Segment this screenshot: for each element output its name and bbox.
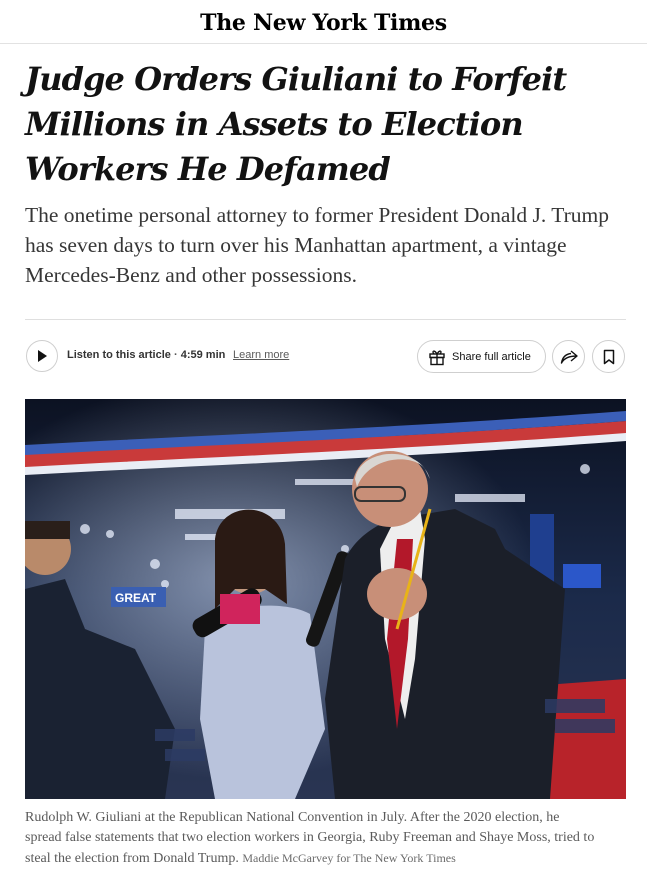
photo-credit: Maddie McGarvey for The New York Times <box>242 851 456 865</box>
learn-more-link[interactable]: Learn more <box>233 349 289 361</box>
play-audio-button[interactable] <box>26 340 58 372</box>
gift-icon <box>429 349 445 365</box>
article-summary: The onetime personal attorney to former … <box>25 203 609 287</box>
photo-sign-text: GREAT <box>115 591 157 605</box>
save-button[interactable] <box>592 340 625 373</box>
listen-separator: · <box>173 349 178 361</box>
listen-label: Listen to this article <box>67 349 171 361</box>
article-toolbar: Listen to this article · 4:59 min Learn … <box>25 338 627 374</box>
masthead: The New York Times <box>0 0 647 44</box>
share-button-label: Share full article <box>452 350 531 363</box>
article-headline: Judge Orders Giuliani to Forfeit Million… <box>25 60 567 188</box>
share-arrow-icon <box>560 349 578 364</box>
listen-info: Listen to this article · 4:59 min <box>67 349 225 361</box>
listen-duration: 4:59 min <box>180 349 226 361</box>
nyt-logo[interactable]: The New York Times <box>200 10 447 36</box>
article-photo: GREAT <box>25 399 626 799</box>
photo-caption: Rudolph W. Giuliani at the Republican Na… <box>25 808 595 869</box>
share-button[interactable] <box>552 340 585 373</box>
share-full-article-button[interactable]: Share full article <box>417 340 546 373</box>
bookmark-icon <box>603 349 614 364</box>
play-icon <box>38 350 47 362</box>
divider <box>25 319 626 320</box>
photo-illustration: GREAT <box>25 399 626 799</box>
